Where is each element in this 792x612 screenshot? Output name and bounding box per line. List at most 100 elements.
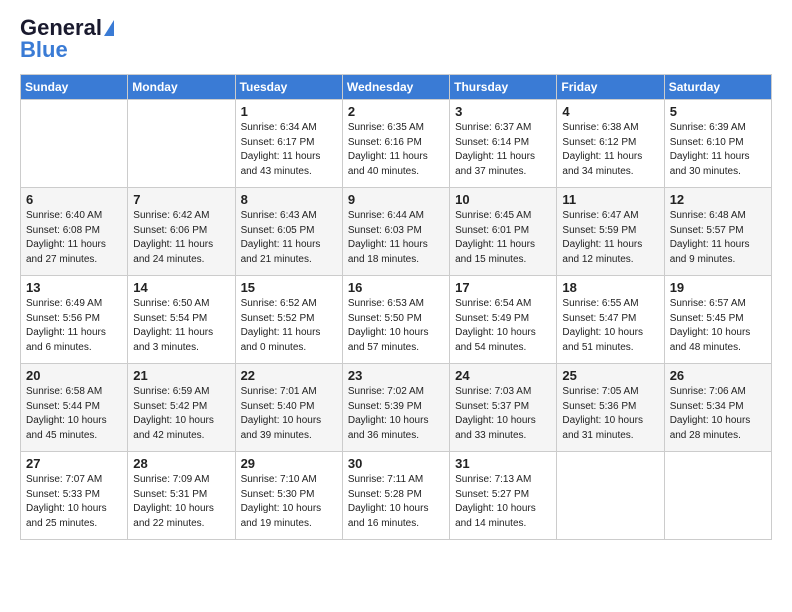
day-number: 11 — [562, 192, 658, 207]
calendar-cell: 28 Sunrise: 7:09 AM Sunset: 5:31 PM Dayli… — [128, 452, 235, 540]
day-info: Sunrise: 6:45 AM Sunset: 6:01 PM Dayligh… — [455, 209, 551, 267]
day-info: Sunrise: 7:10 AM Sunset: 5:30 PM Dayligh… — [241, 473, 337, 531]
day-number: 31 — [455, 456, 551, 471]
calendar-cell: 13 Sunrise: 6:49 AM Sunset: 5:56 PM Dayli… — [21, 276, 128, 364]
day-info: Sunrise: 6:52 AM Sunset: 5:52 PM Dayligh… — [241, 297, 337, 355]
calendar-cell: 27Sunrise: 7:07 AM Sunset: 5:33 PM Dayli… — [21, 452, 128, 540]
day-number: 16 — [348, 280, 444, 295]
day-info: Sunrise: 6:55 AM Sunset: 5:47 PM Dayligh… — [562, 297, 658, 355]
calendar-cell: 31 Sunrise: 7:13 AM Sunset: 5:27 PM Dayli… — [450, 452, 557, 540]
day-info: Sunrise: 6:42 AM Sunset: 6:06 PM Dayligh… — [133, 209, 229, 267]
header-wednesday: Wednesday — [342, 75, 449, 100]
logo-triangle-icon — [104, 20, 114, 36]
calendar-cell: 9Sunrise: 6:44 AM Sunset: 6:03 PM Daylig… — [342, 188, 449, 276]
day-number: 14 — [133, 280, 229, 295]
calendar-cell — [664, 452, 771, 540]
day-number: 6 — [26, 192, 122, 207]
day-info: Sunrise: 7:03 AM Sunset: 5:37 PM Dayligh… — [455, 385, 551, 443]
calendar-cell: 6 Sunrise: 6:40 AM Sunset: 6:08 PM Daylig… — [21, 188, 128, 276]
calendar-cell: 1Sunrise: 6:34 AM Sunset: 6:17 PM Daylig… — [235, 100, 342, 188]
day-info: Sunrise: 6:58 AM Sunset: 5:44 PM Dayligh… — [26, 385, 122, 443]
day-info: Sunrise: 7:06 AM Sunset: 5:34 PM Dayligh… — [670, 385, 766, 443]
day-info: Sunrise: 6:57 AM Sunset: 5:45 PM Dayligh… — [670, 297, 766, 355]
day-info: Sunrise: 6:40 AM Sunset: 6:08 PM Dayligh… — [26, 209, 122, 267]
day-number: 17 — [455, 280, 551, 295]
calendar-cell: 7 Sunrise: 6:42 AM Sunset: 6:06 PM Daylig… — [128, 188, 235, 276]
calendar-cell — [128, 100, 235, 188]
calendar-cell: 3 Sunrise: 6:37 AM Sunset: 6:14 PM Daylig… — [450, 100, 557, 188]
calendar-cell: 25 Sunrise: 7:05 AM Sunset: 5:36 PM Dayli… — [557, 364, 664, 452]
day-info: Sunrise: 6:49 AM Sunset: 5:56 PM Dayligh… — [26, 297, 122, 355]
day-number: 27 — [26, 456, 122, 471]
day-info: Sunrise: 6:50 AM Sunset: 5:54 PM Dayligh… — [133, 297, 229, 355]
day-number: 13 — [26, 280, 122, 295]
calendar-week-2: 6 Sunrise: 6:40 AM Sunset: 6:08 PM Daylig… — [21, 188, 772, 276]
calendar-cell: 5 Sunrise: 6:39 AM Sunset: 6:10 PM Daylig… — [664, 100, 771, 188]
day-number: 28 — [133, 456, 229, 471]
header-saturday: Saturday — [664, 75, 771, 100]
calendar-header-row: SundayMondayTuesdayWednesdayThursdayFrid… — [21, 75, 772, 100]
day-info: Sunrise: 7:13 AM Sunset: 5:27 PM Dayligh… — [455, 473, 551, 531]
day-info: Sunrise: 6:35 AM Sunset: 6:16 PM Dayligh… — [348, 121, 444, 179]
calendar-week-5: 27Sunrise: 7:07 AM Sunset: 5:33 PM Dayli… — [21, 452, 772, 540]
day-number: 15 — [241, 280, 337, 295]
calendar-cell: 23 Sunrise: 7:02 AM Sunset: 5:39 PM Dayli… — [342, 364, 449, 452]
calendar-cell: 16Sunrise: 6:53 AM Sunset: 5:50 PM Dayli… — [342, 276, 449, 364]
day-number: 8 — [241, 192, 337, 207]
day-number: 10 — [455, 192, 551, 207]
header-thursday: Thursday — [450, 75, 557, 100]
calendar-cell: 10 Sunrise: 6:45 AM Sunset: 6:01 PM Dayli… — [450, 188, 557, 276]
day-info: Sunrise: 6:47 AM Sunset: 5:59 PM Dayligh… — [562, 209, 658, 267]
day-number: 18 — [562, 280, 658, 295]
day-number: 2 — [348, 104, 444, 119]
day-number: 26 — [670, 368, 766, 383]
calendar-cell: 2 Sunrise: 6:35 AM Sunset: 6:16 PM Daylig… — [342, 100, 449, 188]
day-number: 23 — [348, 368, 444, 383]
logo: General Blue — [20, 16, 114, 62]
day-number: 20 — [26, 368, 122, 383]
calendar-week-4: 20 Sunrise: 6:58 AM Sunset: 5:44 PM Dayli… — [21, 364, 772, 452]
calendar-cell — [21, 100, 128, 188]
day-info: Sunrise: 7:01 AM Sunset: 5:40 PM Dayligh… — [241, 385, 337, 443]
day-number: 9 — [348, 192, 444, 207]
day-info: Sunrise: 6:43 AM Sunset: 6:05 PM Dayligh… — [241, 209, 337, 267]
page-header: General Blue — [20, 16, 772, 62]
calendar-cell: 24 Sunrise: 7:03 AM Sunset: 5:37 PM Dayli… — [450, 364, 557, 452]
header-tuesday: Tuesday — [235, 75, 342, 100]
calendar-cell: 20 Sunrise: 6:58 AM Sunset: 5:44 PM Dayli… — [21, 364, 128, 452]
day-number: 7 — [133, 192, 229, 207]
day-number: 29 — [241, 456, 337, 471]
calendar-cell: 22Sunrise: 7:01 AM Sunset: 5:40 PM Dayli… — [235, 364, 342, 452]
calendar-cell: 30Sunrise: 7:11 AM Sunset: 5:28 PM Dayli… — [342, 452, 449, 540]
day-number: 5 — [670, 104, 766, 119]
day-info: Sunrise: 6:48 AM Sunset: 5:57 PM Dayligh… — [670, 209, 766, 267]
calendar-cell: 17 Sunrise: 6:54 AM Sunset: 5:49 PM Dayli… — [450, 276, 557, 364]
calendar-cell: 18 Sunrise: 6:55 AM Sunset: 5:47 PM Dayli… — [557, 276, 664, 364]
header-friday: Friday — [557, 75, 664, 100]
day-info: Sunrise: 6:37 AM Sunset: 6:14 PM Dayligh… — [455, 121, 551, 179]
day-info: Sunrise: 6:38 AM Sunset: 6:12 PM Dayligh… — [562, 121, 658, 179]
calendar-week-1: 1Sunrise: 6:34 AM Sunset: 6:17 PM Daylig… — [21, 100, 772, 188]
day-number: 25 — [562, 368, 658, 383]
day-info: Sunrise: 6:59 AM Sunset: 5:42 PM Dayligh… — [133, 385, 229, 443]
day-info: Sunrise: 6:39 AM Sunset: 6:10 PM Dayligh… — [670, 121, 766, 179]
day-info: Sunrise: 7:05 AM Sunset: 5:36 PM Dayligh… — [562, 385, 658, 443]
calendar-cell — [557, 452, 664, 540]
day-info: Sunrise: 7:02 AM Sunset: 5:39 PM Dayligh… — [348, 385, 444, 443]
day-number: 3 — [455, 104, 551, 119]
calendar-cell: 4Sunrise: 6:38 AM Sunset: 6:12 PM Daylig… — [557, 100, 664, 188]
day-info: Sunrise: 7:09 AM Sunset: 5:31 PM Dayligh… — [133, 473, 229, 531]
calendar-cell: 26 Sunrise: 7:06 AM Sunset: 5:34 PM Dayli… — [664, 364, 771, 452]
calendar-cell: 21 Sunrise: 6:59 AM Sunset: 5:42 PM Dayli… — [128, 364, 235, 452]
day-number: 21 — [133, 368, 229, 383]
header-monday: Monday — [128, 75, 235, 100]
day-info: Sunrise: 6:54 AM Sunset: 5:49 PM Dayligh… — [455, 297, 551, 355]
calendar-cell: 8 Sunrise: 6:43 AM Sunset: 6:05 PM Daylig… — [235, 188, 342, 276]
calendar-table: SundayMondayTuesdayWednesdayThursdayFrid… — [20, 74, 772, 540]
header-sunday: Sunday — [21, 75, 128, 100]
calendar-cell: 15 Sunrise: 6:52 AM Sunset: 5:52 PM Dayli… — [235, 276, 342, 364]
calendar-cell: 29 Sunrise: 7:10 AM Sunset: 5:30 PM Dayli… — [235, 452, 342, 540]
calendar-cell: 19Sunrise: 6:57 AM Sunset: 5:45 PM Dayli… — [664, 276, 771, 364]
day-number: 12 — [670, 192, 766, 207]
day-number: 24 — [455, 368, 551, 383]
